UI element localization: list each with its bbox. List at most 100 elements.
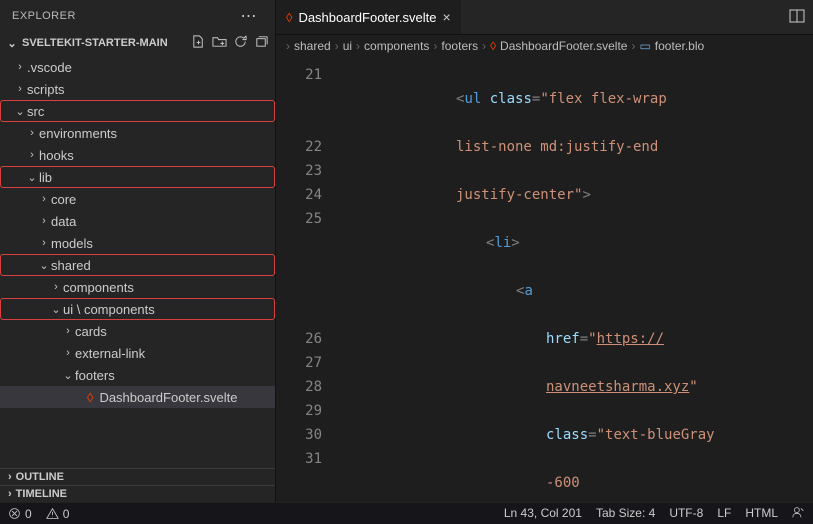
status-warnings[interactable]: 0	[46, 507, 70, 521]
tab-close-icon[interactable]: ×	[442, 9, 450, 25]
svelte-file-icon: ◊	[490, 39, 496, 53]
tree-folder[interactable]: ›hooks	[0, 144, 275, 166]
tree-folder[interactable]: ›environments	[0, 122, 275, 144]
tree-item-label: cards	[75, 324, 107, 339]
breadcrumb-item[interactable]: shared	[294, 39, 331, 53]
tree-item-label: .vscode	[27, 60, 72, 75]
chevron-right-icon: ›	[25, 127, 39, 139]
tree-item-label: DashboardFooter.svelte	[99, 390, 237, 405]
line-number: 22	[276, 135, 322, 159]
file-tree: ›.vscode›scripts⌄src›environments›hooks⌄…	[0, 54, 275, 468]
chevron-right-icon: ›	[49, 281, 63, 293]
breadcrumb[interactable]: ›shared›ui›components›footers›◊Dashboard…	[276, 35, 813, 57]
editor-tab-active[interactable]: ◊ DashboardFooter.svelte ×	[276, 0, 461, 34]
project-name: SVELTEKIT-STARTER-MAIN	[22, 37, 168, 49]
status-errors[interactable]: 0	[8, 507, 32, 521]
tree-folder[interactable]: ⌄ui \ components	[0, 298, 275, 320]
tree-item-label: external-link	[75, 346, 145, 361]
line-number: 24	[276, 183, 322, 207]
tree-folder[interactable]: ⌄shared	[0, 254, 275, 276]
chevron-down-icon: ⌄	[61, 369, 75, 382]
chevron-right-icon: ›	[37, 193, 51, 205]
line-number: 29	[276, 399, 322, 423]
svelte-file-icon: ◊	[286, 10, 292, 25]
code-editor[interactable]: 2122232425 262728293031 <ul class="flex …	[276, 57, 813, 502]
tree-item-label: core	[51, 192, 76, 207]
editor-tabs: ◊ DashboardFooter.svelte ×	[276, 0, 813, 35]
chevron-right-icon: ›	[61, 325, 75, 337]
line-gutter: 2122232425 262728293031	[276, 57, 336, 502]
new-folder-icon[interactable]	[212, 34, 227, 52]
line-number: 26	[276, 327, 322, 351]
line-number: 31	[276, 447, 322, 471]
timeline-section[interactable]: ›TIMELINE	[0, 485, 275, 502]
line-number: 27	[276, 351, 322, 375]
tree-item-label: lib	[39, 170, 52, 185]
code-body[interactable]: <ul class="flex flex-wrap list-none md:j…	[336, 57, 813, 502]
status-language[interactable]: HTML	[745, 506, 778, 522]
tree-item-label: environments	[39, 126, 117, 141]
collapse-all-icon[interactable]	[254, 34, 269, 52]
tree-folder[interactable]: ›scripts	[0, 78, 275, 100]
tree-item-label: models	[51, 236, 93, 251]
chevron-down-icon: ⌄	[13, 105, 27, 118]
new-file-icon[interactable]	[191, 34, 206, 52]
chevron-down-icon: ⌄	[37, 259, 51, 272]
symbol-icon: ▭	[639, 39, 650, 53]
tree-folder[interactable]: ⌄src	[0, 100, 275, 122]
chevron-right-icon: ›	[37, 237, 51, 249]
status-encoding[interactable]: UTF-8	[669, 506, 703, 522]
tree-folder[interactable]: ›external-link	[0, 342, 275, 364]
refresh-icon[interactable]	[233, 34, 248, 52]
chevron-right-icon: ›	[37, 215, 51, 227]
tree-folder[interactable]: ⌄footers	[0, 364, 275, 386]
tree-item-label: data	[51, 214, 76, 229]
tree-item-label: components	[63, 280, 134, 295]
tab-label: DashboardFooter.svelte	[298, 10, 436, 25]
tree-folder[interactable]: ›components	[0, 276, 275, 298]
breadcrumb-item[interactable]: ui	[343, 39, 352, 53]
split-editor-icon[interactable]	[789, 8, 805, 27]
status-eol[interactable]: LF	[717, 506, 731, 522]
line-number: 25	[276, 207, 322, 231]
outline-section[interactable]: ›OUTLINE	[0, 468, 275, 485]
tree-folder[interactable]: ⌄lib	[0, 166, 275, 188]
status-tab-size[interactable]: Tab Size: 4	[596, 506, 655, 522]
breadcrumb-item[interactable]: components	[364, 39, 429, 53]
editor-area: ◊ DashboardFooter.svelte × ›shared›ui›co…	[276, 0, 813, 502]
explorer-more-icon[interactable]: ⋯	[235, 6, 264, 26]
breadcrumb-item[interactable]: ▭footer.blo	[639, 39, 704, 53]
svelte-file-icon: ◊	[87, 390, 93, 405]
tree-folder[interactable]: ›.vscode	[0, 56, 275, 78]
tree-folder[interactable]: ›cards	[0, 320, 275, 342]
breadcrumb-item[interactable]: footers	[441, 39, 478, 53]
tree-item-label: scripts	[27, 82, 65, 97]
line-number: 21	[276, 63, 322, 135]
tree-item-label: shared	[51, 258, 91, 273]
chevron-down-icon: ⌄	[25, 171, 39, 184]
line-number: 28	[276, 375, 322, 399]
line-number: 23	[276, 159, 322, 183]
line-number: 30	[276, 423, 322, 447]
tree-item-label: src	[27, 104, 44, 119]
status-feedback-icon[interactable]	[792, 506, 805, 522]
tree-folder[interactable]: ›core	[0, 188, 275, 210]
chevron-right-icon: ›	[25, 149, 39, 161]
breadcrumb-item[interactable]: ◊DashboardFooter.svelte	[490, 39, 627, 53]
tree-file[interactable]: ◊ DashboardFooter.svelte	[0, 386, 275, 408]
chevron-right-icon: ›	[13, 61, 27, 73]
chevron-right-icon: ›	[61, 347, 75, 359]
tree-item-label: ui \ components	[63, 302, 155, 317]
status-cursor-pos[interactable]: Ln 43, Col 201	[504, 506, 582, 522]
tree-item-label: hooks	[39, 148, 74, 163]
tree-folder[interactable]: ›models	[0, 232, 275, 254]
status-bar: 0 0 Ln 43, Col 201 Tab Size: 4 UTF-8 LF …	[0, 502, 813, 524]
explorer-title: EXPLORER	[12, 10, 76, 22]
chevron-down-icon: ⌄	[49, 303, 63, 316]
tree-item-label: footers	[75, 368, 115, 383]
tree-folder[interactable]: ›data	[0, 210, 275, 232]
explorer-section-header[interactable]: ⌄ SVELTEKIT-STARTER-MAIN	[0, 32, 275, 54]
chevron-down-icon: ⌄	[6, 37, 18, 50]
explorer-sidebar: EXPLORER ⋯ ⌄ SVELTEKIT-STARTER-MAIN ›.vs…	[0, 0, 276, 502]
chevron-right-icon: ›	[13, 83, 27, 95]
